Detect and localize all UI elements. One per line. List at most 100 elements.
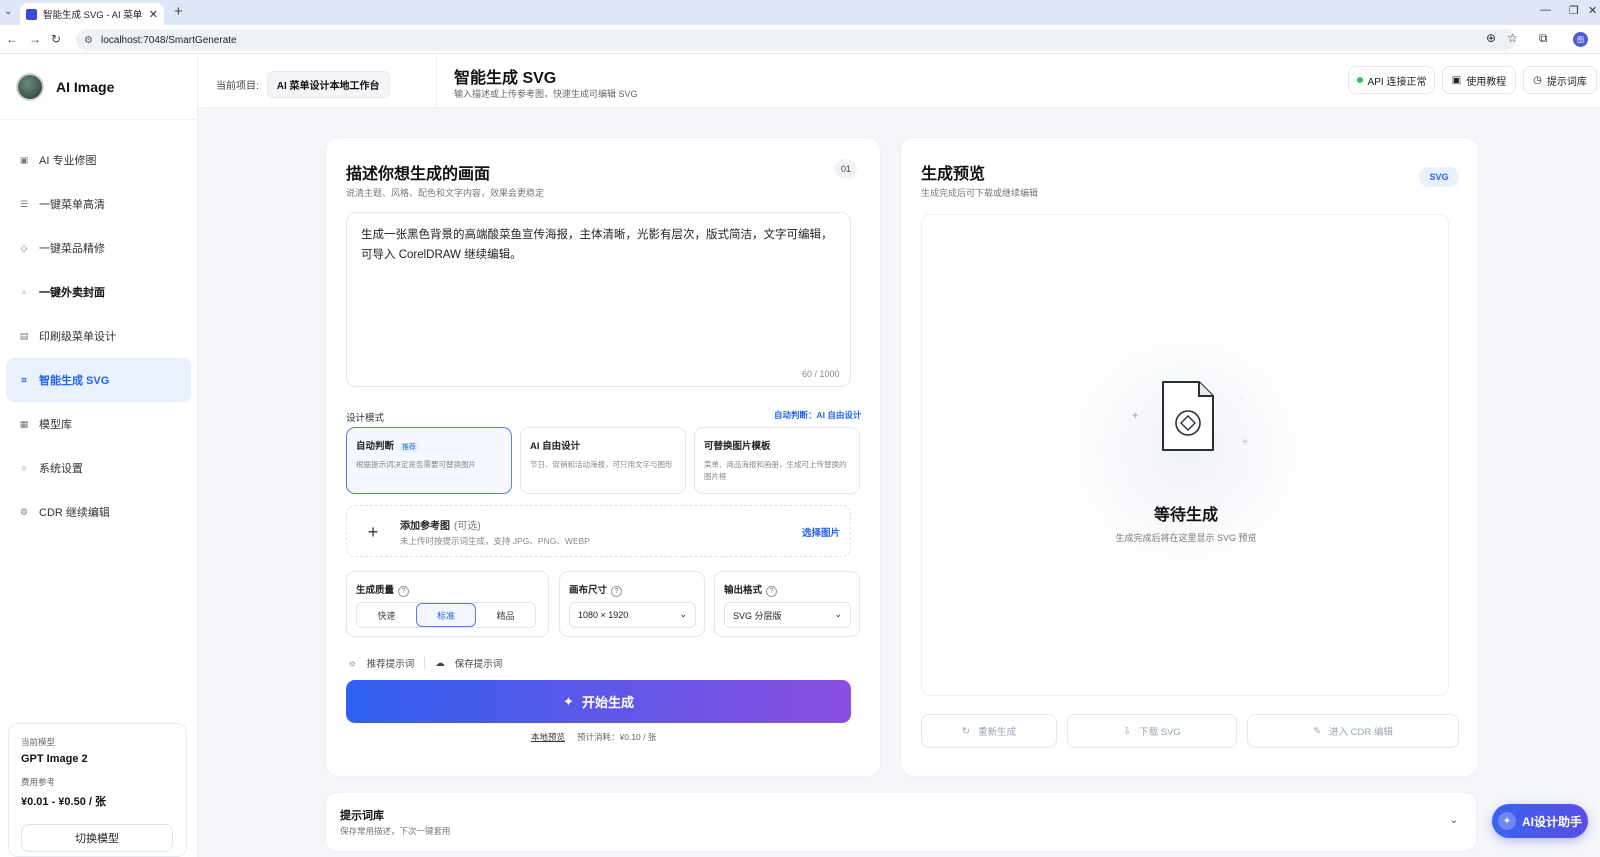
cost-value: ¥0.01 - ¥0.50 / 张 (21, 796, 106, 808)
format-select[interactable]: SVG 分层版 ⌄ (724, 602, 851, 628)
prompt-library-panel[interactable]: 提示词库 保存常用描述，下次一键套用 ⌄ (325, 792, 1477, 852)
recommend-tag: 推荐 (399, 443, 420, 452)
sidebar-item-model-library[interactable]: ▦ 模型库 (6, 402, 191, 446)
help-icon[interactable]: ? (398, 586, 410, 597)
cdr-edit-button[interactable]: ✎ 进入 CDR 编辑 (1247, 714, 1459, 748)
download-svg-button[interactable]: ⇩ 下载 SVG (1067, 714, 1237, 748)
back-icon[interactable]: ← (6, 32, 18, 46)
mode-title: 可替换图片模板 (704, 441, 771, 452)
library-icon: ▦ (19, 418, 29, 429)
sidebar: AI Image ▣ AI 专业修图 ☰ 一键菜单高清 ◇ 一键菜品精修 ▫ 一键外卖封… (0, 54, 198, 857)
sidebar-item-print-menu[interactable]: ▤ 印刷级菜单设计 (6, 314, 191, 358)
sidebar-item-label: 一键外卖封面 (39, 287, 105, 299)
page-header: 当前项目: AI 菜单设计本地工作台 智能生成 SVG 输入描述或上传参考图，快… (198, 54, 1600, 108)
tutorial-button[interactable]: ▣ 使用教程 (1442, 66, 1516, 94)
api-status-badge: API 连接正常 (1348, 66, 1435, 94)
sidebar-item-label: 模型库 (39, 419, 72, 431)
reference-title: 添加参考图 (400, 521, 450, 532)
browser-tab[interactable]: 智能生成 SVG - AI 菜单设计工 ✕ (20, 3, 164, 25)
forward-icon[interactable]: → (29, 32, 41, 46)
recommend-prompt-link[interactable]: 推荐提示词 (367, 656, 415, 670)
site-info-icon[interactable]: ⚙ (84, 35, 93, 46)
current-model-panel: 当前模型 GPT Image 2 费用参考 ¥0.01 - ¥0.50 / 张 … (8, 723, 187, 857)
save-prompt-link[interactable]: 保存提示词 (455, 656, 503, 670)
extensions-icon[interactable]: ⧉ (1539, 31, 1548, 46)
book-icon: ▣ (1451, 74, 1462, 86)
sidebar-menu: ▣ AI 专业修图 ☰ 一键菜单高清 ◇ 一键菜品精修 ▫ 一键外卖封面 ▤ 印刷级菜单设… (0, 120, 197, 534)
save-icon: ☁ (435, 657, 445, 669)
cdr-edit-label: 进入 CDR 编辑 (1329, 727, 1393, 738)
sidebar-item-cdr-edit[interactable]: ⚙ CDR 继续编辑 (6, 490, 191, 534)
canvas-value: 1080 × 1920 (578, 610, 629, 620)
plus-icon[interactable]: + (361, 520, 385, 544)
help-icon[interactable]: ? (766, 586, 778, 597)
canvas-size-select[interactable]: 1080 × 1920 ⌄ (569, 602, 696, 628)
sidebar-item-delivery-cover[interactable]: ▫ 一键外卖封面 (6, 270, 191, 314)
zoom-icon[interactable]: ⊕ (1486, 31, 1496, 45)
profile-avatar[interactable]: 图 (1573, 32, 1588, 47)
reference-desc: 未上传时按提示词生成，支持 JPG、PNG、WEBP (400, 536, 590, 546)
mode-desc: 节日、促销和活动海报，可只用文字与图形 (530, 460, 673, 469)
regenerate-button[interactable]: ↻ 重新生成 (921, 714, 1057, 748)
help-icon[interactable]: ? (611, 586, 623, 597)
preview-card: 生成预览 生成完成后可下载或继续编辑 SVG ✦ + · 等待生成 生成完成后将… (900, 137, 1479, 777)
pick-image-link[interactable]: 选择图片 (802, 525, 840, 539)
new-tab-icon[interactable]: + (174, 3, 183, 20)
refresh-icon: ↻ (962, 725, 970, 737)
status-dot-icon (1356, 77, 1363, 83)
quality-fast[interactable]: 快速 (357, 603, 416, 627)
print-icon: ▤ (19, 330, 29, 341)
restore-icon[interactable]: ❐ (1569, 4, 1579, 17)
reference-upload[interactable]: + 添加参考图 (可选) 未上传时按提示词生成，支持 JPG、PNG、WEBP 选… (346, 505, 851, 557)
address-bar: ← → ↻ ⚙ localhost:7048/SmartGenerate ⊕ ☆… (0, 25, 1600, 54)
project-value[interactable]: AI 菜单设计本地工作台 (266, 71, 390, 98)
close-window-icon[interactable]: ✕ (1588, 4, 1597, 17)
circle-icon: ○ (21, 463, 27, 473)
prompt-input[interactable]: 生成一张黑色背景的高端酸菜鱼宣传海报，主体清晰，光影有层次，版式简洁，文字可编辑… (346, 212, 851, 387)
mode-ai-free[interactable]: AI 自由设计 节日、促销和活动海报，可只用文字与图形 (520, 427, 686, 494)
divider (436, 54, 437, 108)
format-value: SVG 分层版 (733, 610, 782, 621)
sidebar-item-dish-refine[interactable]: ◇ 一键菜品精修 (6, 226, 191, 270)
sidebar-item-smart-svg[interactable]: ⌗ 智能生成 SVG (6, 358, 191, 402)
brand-name: AI Image (56, 78, 115, 95)
sparkle-icon: ✦ (563, 693, 574, 709)
preview-subtitle: 生成完成后可下载或继续编辑 (921, 188, 1039, 198)
mode-auto[interactable]: 自动判断 推荐 根据提示词决定是否需要可替换图片 (346, 427, 512, 494)
format-label: 输出格式 (724, 585, 763, 596)
format-box: 输出格式? SVG 分层版 ⌄ (714, 571, 860, 637)
api-status-text: API 连接正常 (1367, 76, 1427, 88)
reload-icon[interactable]: ↻ (51, 32, 61, 46)
design-mode-label: 设计模式 (346, 413, 385, 424)
sidebar-item-label: 智能生成 SVG (39, 375, 110, 387)
sidebar-item-ai-retouch[interactable]: ▣ AI 专业修图 (6, 138, 191, 182)
generate-button[interactable]: ✦ 开始生成 (346, 680, 851, 723)
menu-icon: ☰ (19, 198, 29, 209)
local-preview-link[interactable]: 本地预览 (531, 731, 565, 743)
gear-icon: ⚙ (19, 506, 29, 517)
tab-list-icon[interactable]: ⌄ (4, 6, 12, 17)
quality-premium[interactable]: 精品 (476, 603, 535, 627)
sidebar-item-menu-hd[interactable]: ☰ 一键菜单高清 (6, 182, 191, 226)
ai-assistant-button[interactable]: ✦ AI设计助手 (1492, 804, 1588, 838)
chevron-down-icon: ⌄ (679, 609, 687, 619)
switch-model-button[interactable]: 切换模型 (21, 824, 173, 852)
browser-tabbar: ⌄ 智能生成 SVG - AI 菜单设计工 ✕ + — ❐ ✕ (0, 0, 1600, 25)
url-field[interactable]: ⚙ localhost:7048/SmartGenerate (76, 29, 1516, 51)
sidebar-item-settings[interactable]: ○ 系统设置 (6, 446, 191, 490)
grid-icon: ⌗ (21, 374, 27, 385)
minimize-icon[interactable]: — (1540, 4, 1551, 16)
svg-badge: SVG (1419, 167, 1459, 187)
quality-standard[interactable]: 标准 (415, 603, 477, 627)
diamond-icon: ◇ (20, 242, 28, 253)
dot-icon: · (1240, 393, 1244, 404)
clock-icon: ◷ (1533, 74, 1542, 86)
cost-estimate: 预计消耗：¥0.10 / 张 (577, 732, 657, 742)
chevron-down-icon[interactable]: ⌄ (1450, 815, 1458, 826)
prompt-actions: ☼ 推荐提示词 ☁ 保存提示词 (348, 656, 502, 670)
model-label: 当前模型 (21, 737, 56, 747)
mode-replaceable-template[interactable]: 可替换图片模板 菜单、商品海报和画册，生成可上传替换的图片框 (694, 427, 860, 494)
prompt-library-button[interactable]: ◷ 提示词库 (1523, 66, 1597, 94)
bookmark-icon[interactable]: ☆ (1507, 31, 1518, 45)
close-tab-icon[interactable]: ✕ (149, 8, 158, 21)
